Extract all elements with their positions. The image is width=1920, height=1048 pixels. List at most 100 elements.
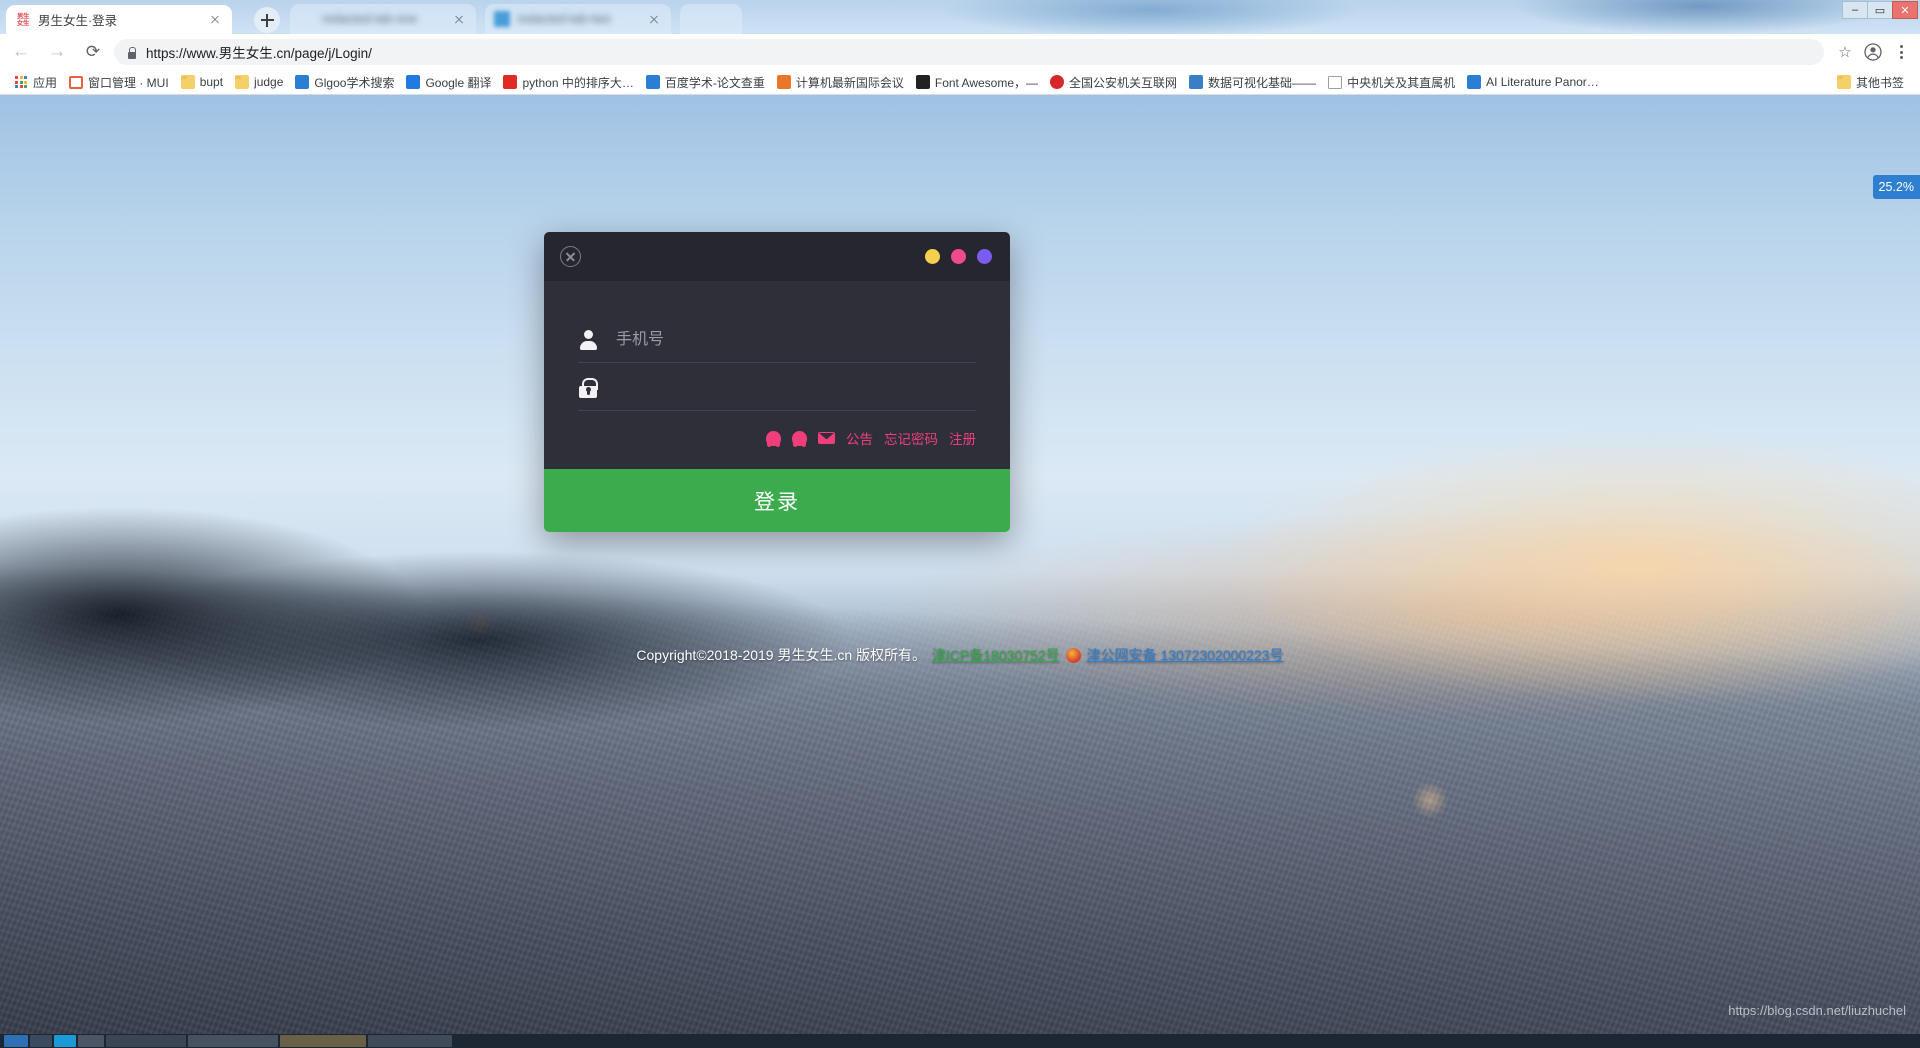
minimize-button[interactable]: –: [1842, 1, 1868, 19]
address-bar[interactable]: https://www.男生女生.cn/page/j/Login/: [114, 39, 1824, 65]
qq-icon[interactable]: [766, 430, 781, 446]
taskbar-item[interactable]: [30, 1035, 52, 1047]
bookmark-dataviz[interactable]: 数据可视化基础——: [1183, 72, 1322, 93]
qq-icon-2[interactable]: [792, 430, 807, 446]
tab-strip: 男生 女生 男生女生·登录 redacted-tab-one redacted-t…: [0, 0, 1920, 34]
mail-icon[interactable]: [818, 432, 835, 444]
register-link[interactable]: 注册: [949, 428, 976, 448]
url-text: https://www.男生女生.cn/page/j/Login/: [146, 46, 372, 61]
window-controls: – ▭ ✕: [1842, 1, 1918, 19]
favicon-generic: [689, 11, 705, 27]
bookmark-judge[interactable]: judge: [229, 72, 289, 93]
bookmark-label: bupt: [199, 75, 224, 89]
tab-background-1[interactable]: redacted-tab-one: [290, 4, 476, 34]
bookmark-label: 计算机最新国际会议: [795, 75, 904, 90]
bookmark-apps[interactable]: 应用: [8, 72, 63, 93]
bookmark-conferences[interactable]: 计算机最新国际会议: [771, 72, 910, 93]
tab-close-icon[interactable]: [646, 11, 662, 27]
taskbar-item[interactable]: [54, 1035, 76, 1047]
bookmark-mui[interactable]: 窗口管理 · MUI: [63, 72, 175, 93]
baidu-icon: [645, 75, 660, 89]
tab-strip-background: [0, 0, 1920, 34]
fontawesome-icon: [915, 75, 930, 89]
bookmark-label: 数据可视化基础——: [1208, 75, 1317, 90]
footer: Copyright©2018-2019 男生女生.cn 版权所有。 津ICP备1…: [0, 645, 1920, 665]
bookmark-label: AI Literature Panor…: [1486, 75, 1599, 89]
login-submit-button[interactable]: 登录: [544, 469, 1010, 532]
password-field-row: [578, 365, 976, 411]
icp-link[interactable]: 津ICP备18030752号: [932, 645, 1060, 665]
tab-background-2[interactable]: redacted-tab-two: [485, 4, 671, 34]
bookmark-ai-literature[interactable]: AI Literature Panor…: [1461, 72, 1605, 93]
favicon-blue-app: [494, 11, 510, 27]
chrome-menu-icon[interactable]: [1888, 37, 1914, 67]
bookmark-star-icon[interactable]: ☆: [1832, 39, 1858, 65]
tab-close-icon[interactable]: [207, 12, 223, 28]
new-tab-button[interactable]: [254, 7, 280, 33]
bookmark-label: 其他书签: [1855, 75, 1904, 90]
maximize-button[interactable]: ▭: [1867, 1, 1893, 19]
bookmark-label: Glgoo学术搜索: [314, 75, 395, 90]
bookmark-label: 应用: [33, 75, 58, 90]
browser-window: 男生 女生 男生女生·登录 redacted-tab-one redacted-t…: [0, 0, 1920, 1048]
bookmark-label: 百度学术-论文查重: [664, 75, 765, 90]
reload-icon[interactable]: ⟳: [78, 37, 108, 67]
tab-active[interactable]: 男生 女生 男生女生·登录: [6, 5, 232, 34]
zoom-level-indicator: 25.2%: [1872, 175, 1920, 199]
gongan-link[interactable]: 津公网安备 13072302000223号: [1087, 645, 1284, 665]
page-viewport: 25.2% 手机号 公告 忘记密码 注册 登录 Copyright©2018-2…: [0, 95, 1920, 1048]
taskbar-item[interactable]: [368, 1035, 452, 1047]
document-icon: [1328, 75, 1343, 89]
phone-input[interactable]: [616, 330, 976, 349]
favicon-generic: [299, 11, 315, 27]
bookmark-python-sort[interactable]: python 中的排序大…: [497, 72, 639, 93]
profile-avatar-icon[interactable]: [1860, 39, 1886, 65]
bookmark-label: python 中的排序大…: [522, 75, 634, 90]
bookmark-google-translate[interactable]: Google 翻译: [400, 72, 497, 93]
password-input[interactable]: [616, 378, 976, 397]
back-icon[interactable]: ←: [6, 37, 36, 67]
login-dialog-header: [544, 232, 1010, 281]
bookmark-label: 中央机关及其直属机: [1347, 75, 1456, 90]
bookmark-other-folder[interactable]: 其他书签: [1831, 72, 1910, 93]
taskbar-item[interactable]: [78, 1035, 104, 1047]
login-dialog: 公告 忘记密码 注册 登录: [544, 232, 1010, 532]
phone-field-row: [578, 317, 976, 363]
close-circle-icon[interactable]: [560, 246, 581, 267]
folder-icon: [180, 75, 195, 89]
bookmark-central-agency[interactable]: 中央机关及其直属机: [1322, 72, 1461, 93]
login-links-row: 公告 忘记密码 注册: [578, 411, 976, 469]
taskbar-item[interactable]: [280, 1035, 366, 1047]
bookmark-bupt[interactable]: bupt: [175, 72, 229, 93]
tab-title: 男生女生·登录: [38, 14, 118, 28]
announcement-link[interactable]: 公告: [846, 428, 873, 448]
browser-toolbar: ← → ⟳ https://www.男生女生.cn/page/j/Login/ …: [0, 34, 1920, 70]
bookmark-glgoo[interactable]: Glgoo学术搜索: [289, 72, 400, 93]
forgot-password-link[interactable]: 忘记密码: [884, 428, 938, 448]
bookmark-label: Font Awesome，—: [934, 75, 1039, 90]
login-dialog-body: 公告 忘记密码 注册: [544, 281, 1010, 469]
bookmark-font-awesome[interactable]: Font Awesome，—: [910, 72, 1044, 93]
bookmark-label: Google 翻译: [425, 75, 492, 90]
favicon-site: 男生 女生: [17, 12, 30, 27]
dot-pink: [951, 249, 966, 264]
police-badge-icon: [1065, 647, 1081, 663]
mui-icon: [69, 75, 84, 89]
bookmark-baidu-scholar[interactable]: 百度学术-论文查重: [640, 72, 771, 93]
decoration-dots: [925, 249, 992, 264]
csdn-icon: [503, 75, 518, 89]
taskbar-start-button[interactable]: [4, 1035, 28, 1047]
close-window-button[interactable]: ✕: [1892, 1, 1918, 19]
taskbar-item[interactable]: [188, 1035, 278, 1047]
bookmark-police[interactable]: 全国公安机关互联网: [1044, 72, 1183, 93]
taskbar-item[interactable]: [106, 1035, 186, 1047]
tab-background-3[interactable]: [680, 4, 742, 34]
forward-icon[interactable]: →: [42, 37, 72, 67]
watermark-text: https://blog.csdn.net/liuzhuchel: [1728, 1003, 1906, 1018]
bookmark-label: 窗口管理 · MUI: [88, 75, 169, 90]
bookmarks-bar: 应用 窗口管理 · MUI bupt judge Glgoo学术搜索 Googl…: [0, 70, 1920, 95]
copyright-text: Copyright©2018-2019 男生女生.cn 版权所有。: [636, 647, 927, 663]
tab-title: redacted-tab-two: [517, 12, 611, 26]
tab-close-icon[interactable]: [451, 11, 467, 27]
windows-taskbar: [0, 1034, 1920, 1048]
